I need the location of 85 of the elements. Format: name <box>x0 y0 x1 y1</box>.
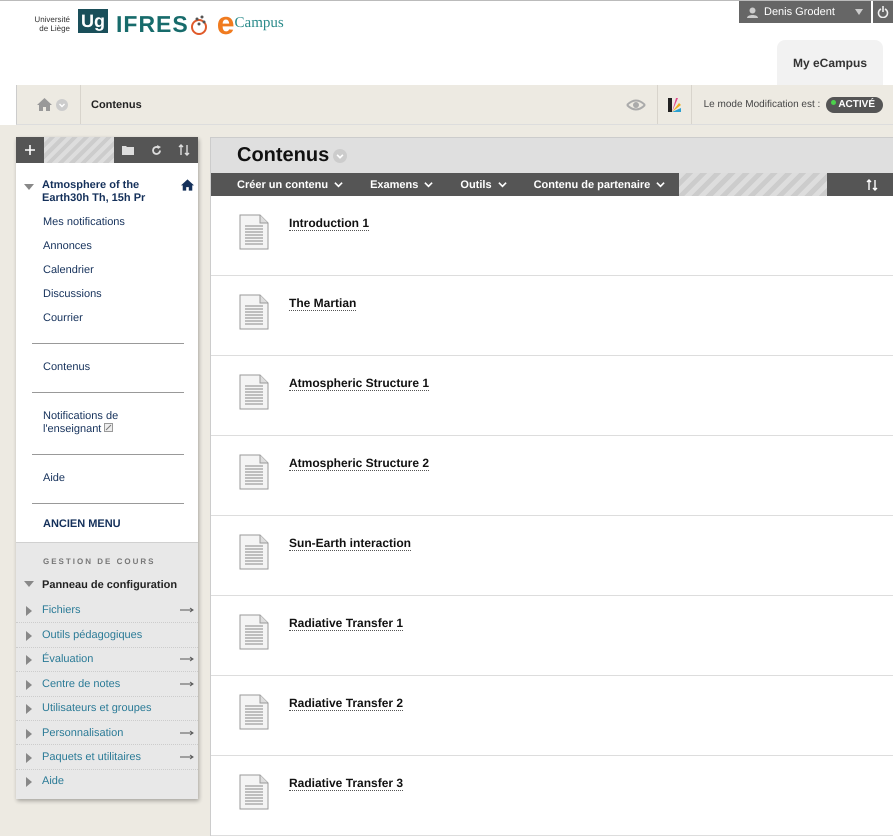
caret-icon <box>498 180 507 190</box>
document-icon <box>239 454 269 490</box>
edit-mode-toggle[interactable]: ACTIVÉ <box>826 96 883 112</box>
control-panel-link[interactable]: Paquets et utilitaires <box>42 751 180 764</box>
content-item-link[interactable]: Atmospheric Structure 1 <box>289 376 430 391</box>
university-logo-text: Université de Liège <box>33 14 70 33</box>
user-icon <box>747 6 758 18</box>
content-item-link[interactable]: Introduction 1 <box>289 216 369 231</box>
sort-icon <box>178 144 190 156</box>
control-panel-link[interactable]: Aide <box>42 775 194 788</box>
content-item-link[interactable]: Atmospheric Structure 2 <box>289 456 430 471</box>
caret-icon <box>334 180 344 190</box>
triangle-icon[interactable] <box>24 680 34 690</box>
breadcrumb-current: Contenus <box>90 98 143 110</box>
control-panel-link[interactable]: Centre de notes <box>42 678 180 690</box>
triangle-icon[interactable] <box>24 704 34 714</box>
external-link-icon <box>104 423 114 432</box>
triangle-icon[interactable] <box>24 728 34 739</box>
sort-icon <box>866 178 878 191</box>
action-menu-button[interactable]: Outils <box>433 173 507 196</box>
document-icon <box>239 694 269 730</box>
control-panel-link[interactable]: Évaluation <box>42 653 180 666</box>
document-icon <box>239 614 269 650</box>
triangle-icon[interactable] <box>24 631 34 642</box>
arrow-icon[interactable] <box>180 680 194 687</box>
sidebar-link[interactable]: Annonces <box>16 235 198 259</box>
ecampus-logo-e: e <box>216 9 235 37</box>
home-icon[interactable] <box>181 179 194 191</box>
triangle-icon[interactable] <box>24 579 34 589</box>
action-menu-button[interactable]: Examens <box>343 173 434 196</box>
content-item-link[interactable]: Sun-Earth interaction <box>289 536 412 551</box>
university-logo-mark: Ug <box>78 9 108 33</box>
control-panel-link[interactable]: Fichiers <box>42 604 180 616</box>
triangle-icon[interactable] <box>24 753 34 764</box>
document-icon <box>239 214 269 250</box>
dots-logo-icon <box>188 13 209 35</box>
toolbar-spacer <box>44 137 114 163</box>
sidebar-link[interactable]: Discussions <box>16 283 198 307</box>
triangle-icon[interactable] <box>24 777 34 788</box>
arrow-icon[interactable] <box>180 730 194 736</box>
ecampus-logo: Campus <box>234 14 284 32</box>
content-item-link[interactable]: Radiative Transfer 3 <box>289 776 404 791</box>
palette-icon[interactable] <box>668 98 681 112</box>
sidebar-link[interactable]: Courrier <box>16 307 198 331</box>
sidebar-link[interactable]: Notifications de l'enseignant <box>16 405 198 442</box>
triangle-icon[interactable] <box>24 182 34 192</box>
caret-icon <box>656 180 666 190</box>
refresh-icon <box>150 144 162 156</box>
logout-button[interactable] <box>873 1 893 23</box>
document-icon <box>239 534 269 570</box>
action-menu-button[interactable]: Contenu de partenaire <box>506 173 666 196</box>
document-icon <box>239 294 269 330</box>
ifres-logo: IFRES <box>116 10 189 39</box>
my-ecampus-tab[interactable]: My eCampus <box>777 40 883 85</box>
sidebar-link[interactable]: Mes notifications <box>16 211 198 235</box>
old-menu-link[interactable]: ANCIEN MENU <box>16 510 198 530</box>
course-title-link[interactable]: Atmosphere of the Earth30h Th, 15h Pr <box>42 179 181 205</box>
power-icon <box>877 6 889 18</box>
sidebar-link[interactable]: Calendrier <box>16 259 198 283</box>
document-icon <box>239 374 269 410</box>
arrow-icon[interactable] <box>180 656 194 662</box>
content-item-link[interactable]: Radiative Transfer 2 <box>289 696 404 711</box>
control-panel-link[interactable]: Personnalisation <box>42 726 180 739</box>
triangle-icon[interactable] <box>24 606 34 616</box>
document-icon <box>239 774 269 810</box>
page-title: Contenus <box>237 144 330 168</box>
edit-mode-label: Le mode Modification est : <box>702 99 822 110</box>
sidebar-link[interactable]: Aide <box>16 467 198 491</box>
content-item-link[interactable]: Radiative Transfer 1 <box>289 616 404 631</box>
section-heading: GESTION DE COURS <box>42 557 156 566</box>
arrow-icon[interactable] <box>180 607 194 614</box>
eye-icon[interactable] <box>624 98 647 112</box>
folder-icon <box>122 145 134 155</box>
plus-icon <box>25 145 35 155</box>
user-menu-button[interactable]: Denis Grodent <box>739 1 871 23</box>
action-menu-button[interactable]: Créer un contenu <box>211 173 344 196</box>
control-panel-link[interactable]: Outils pédagogiques <box>42 629 194 642</box>
sidebar-link[interactable]: Contenus <box>16 356 198 380</box>
arrow-icon[interactable] <box>180 754 194 760</box>
control-panel-title[interactable]: Panneau de configuration <box>42 579 178 591</box>
triangle-icon[interactable] <box>24 655 34 666</box>
content-item-link[interactable]: The Martian <box>289 296 356 311</box>
caret-icon <box>424 180 434 190</box>
dropdown-icon <box>855 9 863 15</box>
control-panel-link[interactable]: Utilisateurs et groupes <box>42 702 194 714</box>
